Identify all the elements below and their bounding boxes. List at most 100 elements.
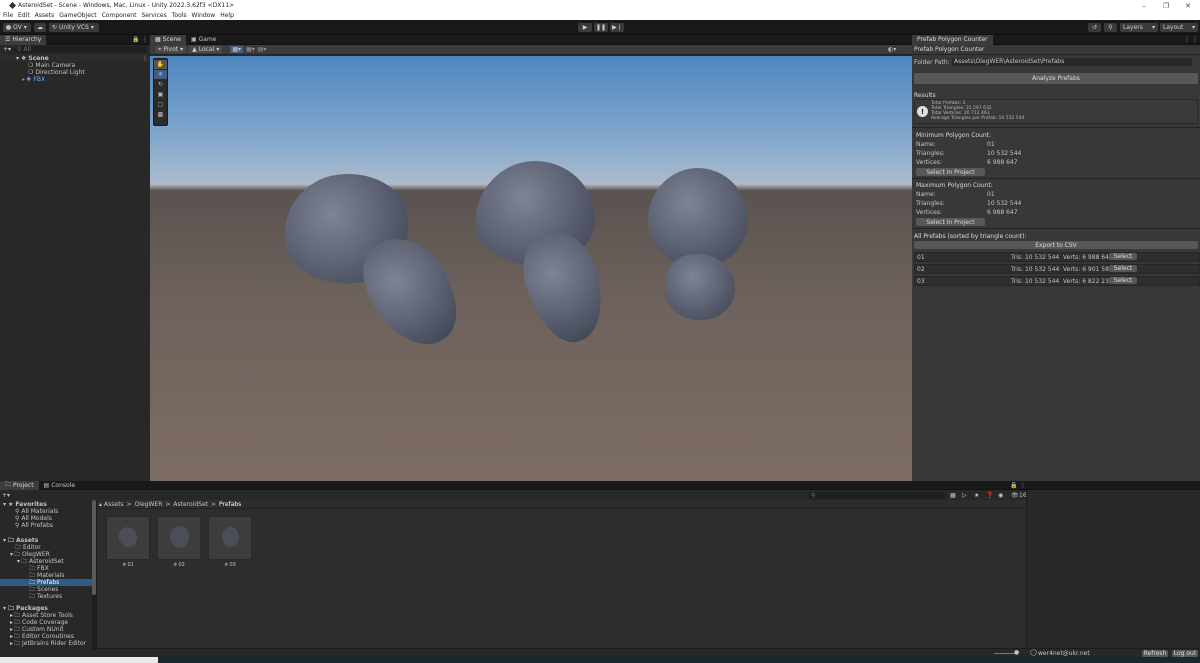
vcs-dropdown[interactable]: ↻ Unity VCS ▾ [49, 23, 99, 32]
transform-tool-icon[interactable]: ▩ [154, 110, 167, 119]
favorite-item[interactable]: ⚲ All Prefabs [15, 522, 53, 529]
tab-hierarchy[interactable]: ☰ Hierarchy [0, 34, 47, 45]
hierarchy-search-input[interactable]: ⚲ All [14, 46, 147, 53]
prefab-thumbnail[interactable] [157, 516, 201, 560]
packages-header[interactable]: ▾ 🗀 Packages [3, 605, 48, 613]
menu-component[interactable]: Component [102, 12, 137, 19]
tab-game[interactable]: ▣ Game [186, 35, 222, 45]
menu-file[interactable]: File [3, 12, 13, 19]
breadcrumb-asteroidset[interactable]: AsteroidSet [173, 501, 208, 508]
close-icon[interactable]: ✕ [1180, 0, 1196, 11]
tab-project[interactable]: 🗀 Project [0, 480, 39, 490]
menu-services[interactable]: Services [141, 12, 166, 19]
menu-gameobject[interactable]: GameObject [59, 12, 96, 19]
hierarchy-scene-row[interactable]: ▾ ❖ Scene ⋮ [0, 55, 150, 62]
local-dropdown[interactable]: ▲ Local ▾ [189, 46, 223, 53]
maximize-icon[interactable]: ❐ [1158, 0, 1174, 11]
filter-star-icon[interactable]: ★ [974, 492, 979, 499]
search-button[interactable]: ⚲ [1104, 23, 1117, 32]
prefab-thumbnail[interactable] [106, 516, 150, 560]
hierarchy-item[interactable]: ❍ Main Camera [28, 62, 75, 69]
prefab-row-verts: Verts: 6 901 581 [1063, 266, 1113, 273]
move-tool-icon[interactable]: ✥ [154, 70, 167, 79]
menu-assets[interactable]: Assets [35, 12, 55, 19]
step-button[interactable]: ▶❘ [610, 23, 624, 32]
prefab-select-button[interactable]: Select [1109, 277, 1137, 284]
export-csv-button[interactable]: Export to CSV [914, 241, 1198, 249]
tab-prefab-polygon-counter[interactable]: Prefab Polygon Counter [912, 34, 993, 45]
layers-dropdown[interactable]: Layers ▾ [1120, 23, 1158, 32]
logout-button[interactable]: Log out [1172, 650, 1198, 657]
max-select-in-project-button[interactable]: Select in Project [916, 218, 985, 226]
scene-viewport[interactable]: ✋ ✥ ↻ ▣ ▢ ▩ [150, 56, 912, 481]
snap-icon[interactable]: ▦▾ [230, 46, 244, 53]
scale-tool-icon[interactable]: ▣ [154, 90, 167, 99]
prefab-thumbnail[interactable] [208, 516, 252, 560]
favorite-item[interactable]: ⚲ All Materials [15, 508, 58, 515]
breadcrumb-assets[interactable]: Assets [104, 501, 124, 508]
folder-item-label: FBX [37, 565, 49, 572]
folder-item[interactable]: ▾ 🗀 AsteroidSet [17, 558, 64, 566]
minimize-icon[interactable]: – [1136, 0, 1152, 11]
project-search-input[interactable]: ⚲ [808, 492, 946, 499]
add-icon[interactable]: +▾ [2, 492, 10, 499]
folder-item[interactable]: 🗀 Textures [29, 593, 62, 601]
cloud-button[interactable]: ☁ [34, 23, 46, 32]
visibility-icon[interactable]: ◉ [998, 492, 1003, 499]
filter-by-type-icon[interactable]: ▦ [950, 492, 956, 499]
hand-tool-icon[interactable]: ✋ [154, 60, 167, 69]
more-options-icon[interactable]: ⋮ [142, 36, 148, 43]
filter-by-label-icon[interactable]: ▷ [962, 492, 967, 499]
hidden-packages-icon[interactable]: 👁 [1011, 492, 1019, 499]
tab-console[interactable]: ▤ Console [39, 481, 81, 490]
vcs-label: Unity VCS [59, 24, 89, 31]
more-options-icon[interactable]: ⋮ [142, 55, 148, 62]
folder-item[interactable]: ▾ 🗀 OlegWER [10, 551, 50, 559]
breadcrumb-prefabs[interactable]: Prefabs [219, 501, 241, 508]
help-icon[interactable]: ❓ [986, 492, 993, 499]
slider-handle-icon[interactable]: ● [1014, 649, 1019, 656]
prefab-select-button[interactable]: Select [1109, 253, 1137, 260]
thumbnail-name: 02 [178, 562, 185, 568]
hierarchy-item-label: Main Camera [35, 62, 76, 69]
add-icon[interactable]: +▾ [3, 46, 11, 53]
hierarchy-item[interactable]: ❍ Directional Light [28, 69, 85, 76]
pivot-dropdown[interactable]: ⌖ Pivot ▾ [155, 46, 187, 53]
more-options-icon[interactable]: ⋮ [1020, 482, 1026, 489]
folder-item-selected[interactable]: 🗀 Prefabs [0, 579, 92, 586]
history-button[interactable]: ↺ [1088, 23, 1101, 32]
taskbar-search-box[interactable] [0, 657, 158, 663]
window-title: AsteroidSet - Scene - Windows, Mac, Linu… [18, 2, 235, 9]
folder-path-field[interactable]: Assets\OlegWER\AsteroidSet\Prefabs [952, 58, 1192, 66]
increment-icon[interactable]: ▤▾ [258, 46, 267, 53]
lock-icon[interactable]: ⋮ [1192, 36, 1198, 43]
menu-tools[interactable]: Tools [172, 12, 187, 19]
package-item[interactable]: ▸ 🗀 JetBrains Rider Editor [10, 640, 86, 648]
layout-dropdown[interactable]: Layout ▾ [1160, 23, 1198, 32]
menu-help[interactable]: Help [220, 12, 234, 19]
breadcrumb-olegwer[interactable]: OlegWER [135, 501, 163, 508]
account-dropdown[interactable]: OV ▾ [3, 23, 31, 32]
lock-icon[interactable]: 🔒 [132, 36, 139, 43]
pause-button[interactable]: ❚❚ [594, 23, 608, 32]
refresh-button[interactable]: Refresh [1142, 650, 1168, 657]
min-select-in-project-button[interactable]: Select in Project [916, 168, 985, 176]
expand-arrow-icon: ▸ [10, 626, 14, 633]
gizmo-toggle-icon[interactable]: ◐▾ [888, 46, 896, 53]
hierarchy-item[interactable]: ▸ ❖ FBX [22, 76, 45, 83]
rect-tool-icon[interactable]: ▢ [154, 100, 167, 109]
prefab-select-button[interactable]: Select [1109, 265, 1137, 272]
menu-edit[interactable]: Edit [18, 12, 30, 19]
expand-arrow-icon: ▸ [10, 633, 14, 640]
analyze-prefabs-button[interactable]: Analyze Prefabs [914, 73, 1198, 84]
grid-icon[interactable]: ▦▾ [246, 46, 255, 53]
favorite-item[interactable]: ⚲ All Models [15, 515, 52, 522]
tab-scene[interactable]: ▦ Scene [150, 34, 186, 45]
chevron-down-icon: ▾ [180, 46, 184, 53]
menu-window[interactable]: Window [192, 12, 216, 19]
play-button[interactable]: ▶ [578, 23, 592, 32]
favorites-header[interactable]: ▾ ★ Favorites [3, 501, 47, 508]
lock-icon[interactable]: 🔒 [1010, 482, 1017, 489]
rotate-tool-icon[interactable]: ↻ [154, 80, 167, 89]
more-options-icon[interactable]: ⋮ [1184, 36, 1190, 43]
